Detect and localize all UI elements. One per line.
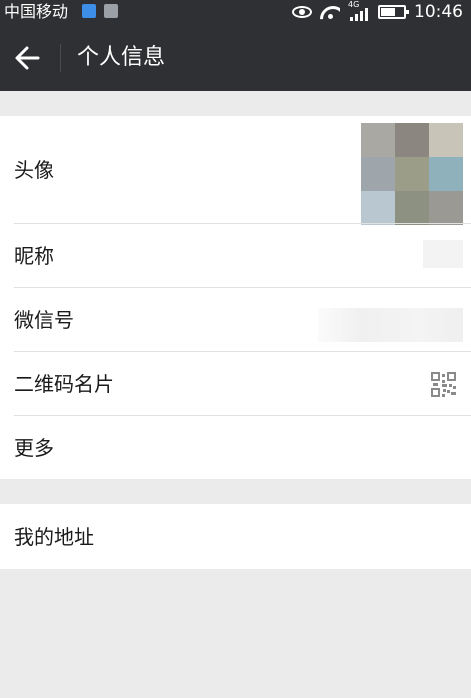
address-row[interactable]: 我的地址 [0,504,471,569]
nickname-row[interactable]: 昵称 [0,224,471,287]
qr-code-icon [431,372,456,397]
app-bar: 个人信息 [0,24,471,91]
battery-icon [378,5,409,19]
page-title: 个人信息 [77,45,166,70]
avatar-label: 头像 [14,158,54,182]
header-divider [60,44,61,72]
carrier-name: 中国移动 [4,2,69,21]
nickname-value [423,240,463,268]
qr-code-row[interactable]: 二维码名片 [0,352,471,415]
wechat-id-value [318,308,463,342]
more-row[interactable]: 更多 [0,416,471,479]
status-indicators: 4G 10:46 [292,1,463,22]
back-button[interactable] [6,37,48,79]
eye-icon [292,6,312,18]
more-label: 更多 [14,436,54,460]
wechat-id-row[interactable]: 微信号 [0,288,471,351]
gallery-notification-icon [104,4,118,18]
avatar [361,123,463,225]
signal-icon: 4G [348,1,370,21]
qr-code-label: 二维码名片 [14,372,114,396]
status-bar: 中国移动 4G 10:46 [0,0,471,24]
nickname-label: 昵称 [14,244,54,268]
profile-section: 头像 昵称 微信号 二维码名片 更多 [0,116,471,479]
app-notification-icon [82,4,96,18]
wechat-id-label: 微信号 [14,308,74,332]
avatar-row[interactable]: 头像 [0,116,471,225]
address-section: 我的地址 [0,504,471,569]
address-label: 我的地址 [14,525,94,549]
arrow-left-icon [15,46,40,70]
clock: 10:46 [414,2,463,22]
wifi-icon [320,4,340,20]
